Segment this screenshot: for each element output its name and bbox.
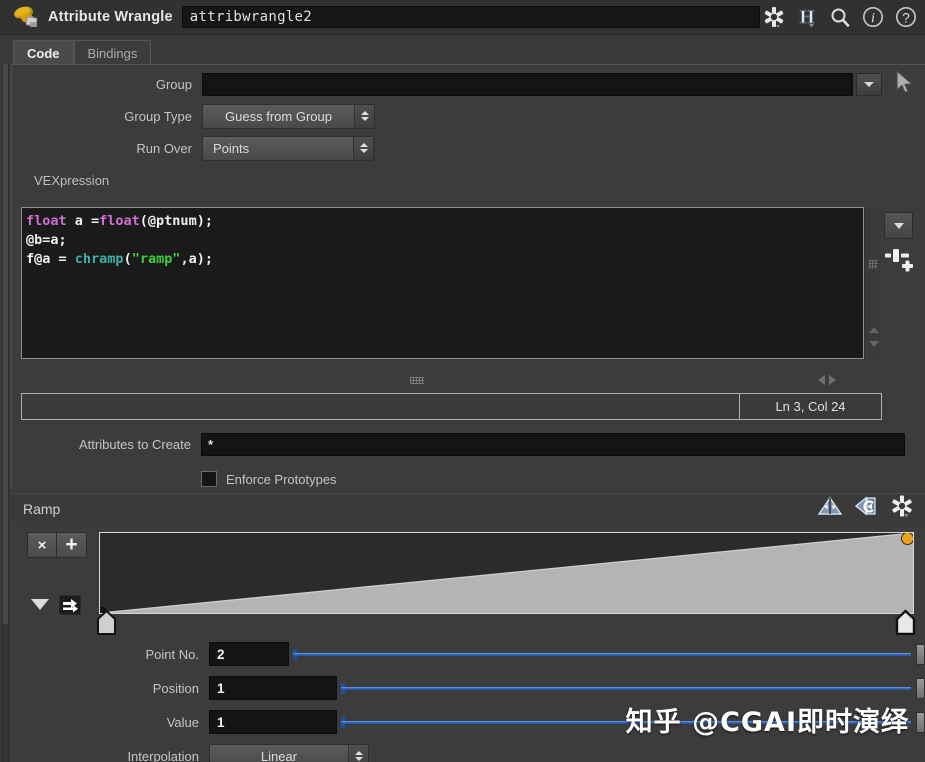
ramp-gear-icon[interactable] [889, 494, 915, 523]
group-row: Group [12, 69, 925, 99]
group-dropdown-button[interactable] [856, 72, 882, 96]
attributes-to-create-row: Attributes to Create * [11, 431, 925, 457]
enforce-prototypes-label: Enforce Prototypes [226, 471, 337, 487]
code-vertical-scrollbar[interactable] [864, 207, 882, 359]
enforce-prototypes-row: Enforce Prototypes [11, 466, 925, 492]
group-input[interactable] [202, 72, 853, 96]
run-over-row: Run Over Points [12, 135, 925, 161]
attribute-wrangle-node-icon [12, 4, 42, 29]
gear-icon[interactable] [762, 5, 786, 29]
ramp-interpolation-row: Interpolation Linear [11, 743, 925, 762]
ramp-curve-canvas[interactable] [99, 532, 914, 614]
ramp-point-no-label: Point No. [145, 646, 199, 662]
vexpression-code-editor[interactable]: float a =float(@ptnum); @b=a; f@a = chramp… [21, 207, 864, 359]
enforce-prototypes-checkbox[interactable] [201, 471, 217, 487]
group-type-label: Group Type [124, 108, 192, 124]
code-menu-dropdown-button[interactable] [884, 212, 913, 239]
ramp-position-label: Position [152, 680, 199, 696]
group-type-stepper-icon[interactable] [354, 104, 374, 128]
code-scroll-down-icon[interactable] [868, 341, 879, 347]
ramp-handle-right[interactable] [895, 609, 916, 635]
reverse-ramp-icon[interactable] [853, 495, 879, 522]
code-line: float a =float(@ptnum); [26, 213, 213, 229]
titlebar: Attribute Wrangle attribwrangle2 H i ? [0, 0, 925, 35]
code-line: f@a = chramp("ramp",a); [26, 251, 213, 267]
add-channel-icon[interactable] [884, 248, 916, 274]
ramp-interpolation-menu[interactable]: Linear [209, 743, 369, 762]
ramp-position-slider-knob[interactable] [916, 678, 925, 699]
code-page-arrows[interactable] [818, 375, 836, 385]
ramp-interpolation-stepper-icon[interactable] [348, 744, 368, 762]
ramp-editor: × + Point No. 2 Position 1 Value 1 Inter… [11, 523, 925, 762]
ramp-position-row: Position 1 [11, 675, 925, 701]
ramp-value-input[interactable]: 1 [209, 710, 337, 734]
page-right-icon[interactable] [829, 375, 836, 385]
tab-bindings[interactable]: Bindings [73, 40, 152, 65]
ramp-header-icons [817, 494, 915, 523]
help-icon[interactable]: ? [894, 5, 918, 29]
page-left-icon[interactable] [818, 375, 825, 385]
delete-ramp-point-button[interactable]: × [27, 532, 57, 558]
group-type-menu[interactable]: Guess from Group [202, 103, 375, 129]
ramp-value-slider[interactable] [341, 710, 925, 734]
houdini-h-icon[interactable]: H [795, 5, 819, 29]
ramp-position-input[interactable]: 1 [209, 676, 337, 700]
run-over-value: Points [213, 140, 250, 156]
code-side-buttons [884, 212, 922, 274]
node-name-input[interactable]: attribwrangle2 [181, 6, 760, 28]
ramp-collapse-triangle-icon[interactable] [31, 598, 49, 610]
svg-text:i: i [871, 11, 875, 26]
ramp-interpolation-label: Interpolation [127, 748, 199, 762]
ramp-interpolation-value: Linear [260, 748, 298, 762]
attributes-section: Attributes to Create * Enforce Prototype… [11, 425, 925, 492]
ramp-point-buttons: × + [27, 532, 87, 558]
ramp-swap-icon[interactable] [59, 595, 81, 615]
svg-text:?: ? [902, 11, 910, 26]
info-icon[interactable]: i [861, 5, 885, 29]
ramp-value-label: Value [166, 714, 199, 730]
add-ramp-point-button[interactable]: + [57, 532, 87, 558]
code-resize-grip-icon[interactable] [410, 377, 424, 384]
code-line: @b=a; [26, 232, 67, 248]
panel-scrollbar-thumb[interactable] [3, 64, 8, 624]
attributes-to-create-label: Attributes to Create [79, 436, 191, 452]
run-over-stepper-icon[interactable] [353, 136, 373, 160]
code-scroll-grip-icon[interactable] [869, 260, 878, 269]
ramp-value-slider-knob[interactable] [916, 712, 925, 733]
run-over-menu[interactable]: Points [202, 135, 374, 161]
panel-scrollbar[interactable] [2, 64, 9, 762]
group-pick-cursor-icon[interactable] [894, 69, 916, 99]
status-message [22, 394, 739, 419]
ramp-lower-controls [31, 595, 81, 615]
attributes-to-create-input[interactable]: * [201, 432, 905, 456]
tab-strip: Code Bindings [0, 35, 925, 65]
ramp-section-header: Ramp [11, 493, 925, 523]
group-type-row: Group Type Guess from Group [12, 103, 925, 129]
group-type-value: Guess from Group [225, 108, 332, 124]
ramp-handle-left[interactable] [96, 609, 116, 635]
flip-ramp-icon[interactable] [817, 495, 843, 522]
group-label: Group [155, 76, 192, 92]
ramp-value-row: Value 1 [11, 709, 925, 735]
code-scroll-up-icon[interactable] [868, 327, 879, 333]
code-status-bar: Ln 3, Col 24 [21, 393, 882, 420]
vexpression-label: VEXpression [34, 173, 110, 188]
ramp-point-no-slider[interactable] [293, 642, 925, 666]
cursor-position-status: Ln 3, Col 24 [739, 394, 881, 419]
vexpression-editor-wrap: float a =float(@ptnum); @b=a; f@a = chramp… [21, 207, 866, 367]
ramp-point-no-row: Point No. 2 [11, 641, 925, 667]
node-type-title: Attribute Wrangle [48, 9, 173, 25]
ramp-point-marker-selected[interactable] [901, 533, 913, 545]
ramp-point-no-input[interactable]: 2 [209, 642, 289, 666]
ramp-point-no-slider-knob[interactable] [916, 644, 925, 665]
run-over-label: Run Over [136, 140, 192, 156]
search-icon[interactable] [828, 5, 852, 29]
ramp-section-title: Ramp [23, 500, 61, 517]
titlebar-icon-group: H i ? [762, 5, 918, 29]
tab-code[interactable]: Code [13, 40, 74, 65]
ramp-position-slider[interactable] [341, 676, 925, 700]
